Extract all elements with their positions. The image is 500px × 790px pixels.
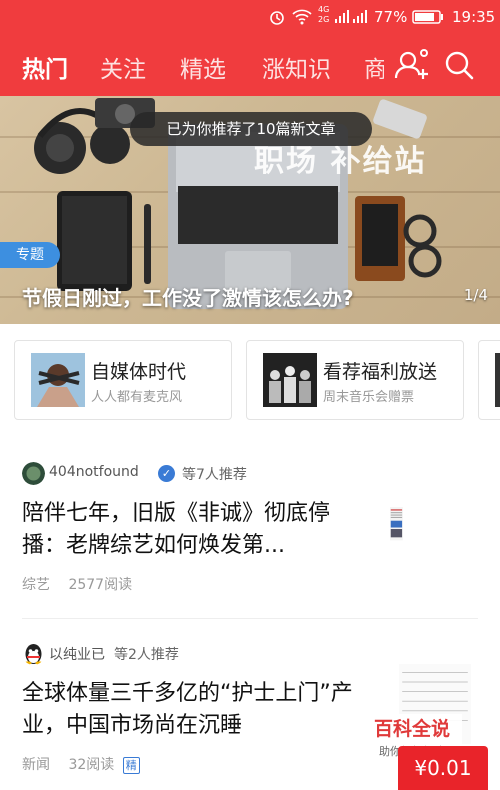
signal-icon-2 [352, 8, 368, 28]
wifi-icon [292, 8, 312, 30]
article-headline[interactable]: 全球体量三千多亿的“护士上门”产业，中国市场尚在沉睡 [22, 678, 362, 742]
network-type: 4G 2G [318, 5, 329, 25]
tab-follow[interactable]: 关注 [100, 50, 146, 84]
feed-divider [22, 618, 478, 619]
topic-card-thumbnail [263, 353, 317, 407]
article-category: 新闻 [22, 757, 50, 773]
tab-featured[interactable]: 精选 [180, 50, 226, 84]
banner-page-indicator: 1/4 [463, 286, 488, 304]
article-headline[interactable]: 陪伴七年，旧版《非诚》彻底停播：老牌综艺如何焕发第... [22, 498, 362, 562]
topic-card-subtitle: 人人都有麦克风 [91, 390, 183, 405]
tab-hot[interactable]: 热门 [22, 50, 68, 84]
topic-card-thumbnail [31, 353, 85, 407]
topic-card-title: 看荐福利放送 [323, 361, 438, 383]
clock: 19:35 [452, 8, 496, 26]
status-bar: 4G 2G 77% 19:35 [0, 0, 500, 34]
battery-icon [412, 10, 444, 28]
network-2g: 2G [318, 15, 330, 24]
avatar[interactable] [22, 462, 45, 485]
article-reads: 32阅读 [68, 757, 115, 773]
article-thumbnail[interactable] [390, 482, 424, 570]
tab-business[interactable]: 商 [364, 50, 384, 84]
featured-badge: 精 [122, 757, 140, 774]
top-navigation: 热门 关注 精选 涨知识 商 [0, 34, 500, 96]
recommend-count: 等2人推荐 [114, 647, 179, 663]
verified-icon: ✓ [158, 465, 175, 482]
topic-card[interactable]: 看荐福利放送 周末音乐会赠票 [246, 340, 464, 420]
author-name[interactable]: 以纯业已 [49, 644, 105, 664]
qq-avatar-icon[interactable] [22, 642, 45, 665]
topic-cards: 自媒体时代 人人都有麦克风 看荐福利放送 周末音乐会赠票 [0, 340, 500, 422]
alarm-icon [268, 8, 286, 30]
signal-icon [334, 8, 350, 28]
article-meta: 综艺 2577阅读 [22, 574, 132, 594]
network-4g: 4G [318, 5, 330, 14]
battery-percent: 77% [374, 8, 408, 26]
banner-title[interactable]: 节假日刚过，工作没了激情该怎么办? [22, 282, 354, 311]
recommend-count: 等7人推荐 [182, 467, 247, 483]
topic-card-title: 自媒体时代 [91, 361, 187, 383]
topic-card[interactable]: 自媒体时代 人人都有麦克风 [14, 340, 232, 420]
topic-card-thumbnail [495, 353, 500, 407]
topic-card-partial[interactable] [478, 340, 500, 420]
banner-tag: 专题 [0, 242, 60, 268]
add-friend-icon[interactable] [394, 48, 430, 86]
article-reads: 2577阅读 [68, 577, 133, 593]
article-meta: 新闻 32阅读 精 [22, 754, 140, 774]
price-button[interactable]: ¥0.01 [398, 746, 488, 790]
feed-item[interactable]: 404notfound ✓ 等7人推荐 陪伴七年，旧版《非诚》彻底停播：老牌综艺… [22, 462, 478, 602]
recommend-toast: 已为你推荐了10篇新文章 [130, 112, 372, 146]
author-name[interactable]: 404notfound [49, 464, 139, 480]
tab-knowledge[interactable]: 涨知识 [262, 50, 331, 84]
search-icon[interactable] [444, 50, 474, 84]
article-category: 综艺 [22, 577, 50, 593]
watermark-title: 百科全说 [373, 718, 450, 740]
topic-card-subtitle: 周末音乐会赠票 [323, 390, 415, 405]
